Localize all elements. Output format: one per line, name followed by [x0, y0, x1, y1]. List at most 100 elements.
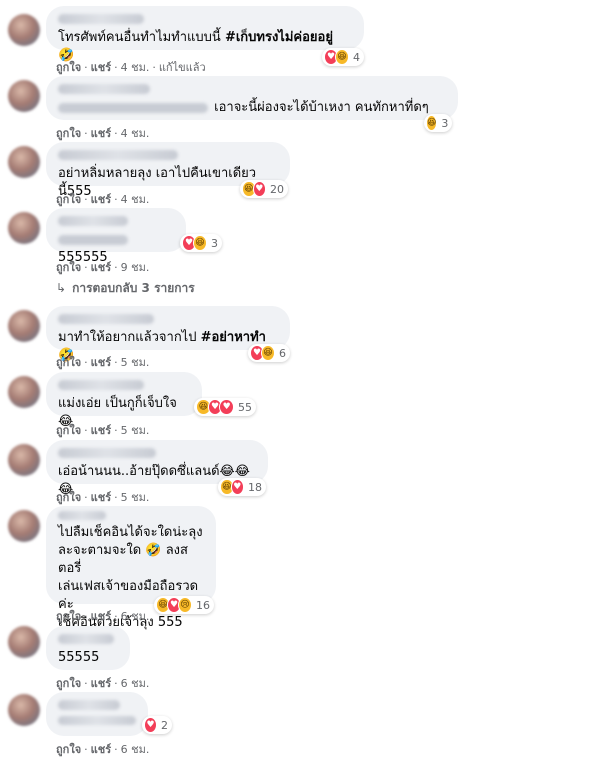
timestamp[interactable]: 4 ชม. — [121, 193, 150, 206]
author-name[interactable] — [58, 448, 156, 458]
reaction-count: 16 — [196, 598, 210, 612]
avatar[interactable] — [8, 212, 40, 244]
comment-bubble: แม่งเอ่ย เป็นกูก็เจ็บใจ 😂 — [46, 372, 202, 429]
comment-actions: ถูกใจ · แชร์ · 4 ชม. — [56, 193, 150, 206]
share-link[interactable]: แชร์ — [91, 424, 111, 437]
reaction-summary[interactable]: ♥ 😆 3 — [180, 234, 222, 252]
reaction-count: 18 — [248, 480, 262, 494]
timestamp[interactable]: 9 ชม. — [121, 261, 150, 274]
love-reaction-icon: ♥ — [144, 717, 157, 733]
author-name[interactable] — [58, 84, 150, 94]
reaction-count: 4 — [353, 50, 360, 64]
author-name[interactable] — [58, 380, 144, 390]
avatar[interactable] — [8, 444, 40, 476]
like-link[interactable]: ถูกใจ — [56, 491, 81, 504]
hashtag-link[interactable]: #อย่าหาทำ — [201, 330, 266, 345]
comment-actions: ถูกใจ · แชร์ · 6 ชม. — [56, 610, 150, 623]
avatar[interactable] — [8, 510, 40, 542]
reaction-count: 2 — [161, 718, 168, 732]
reaction-summary[interactable]: 😆 3 — [424, 114, 452, 132]
share-link[interactable]: แชร์ — [91, 677, 111, 690]
share-link[interactable]: แชร์ — [91, 61, 111, 74]
timestamp[interactable]: 5 ชม. — [121, 424, 150, 437]
reaction-summary[interactable]: ♥ 😆 6 — [248, 344, 290, 362]
comment-bubble: ไปลืมเช็คอินได้จะใดน่ะลุง ละจะตามจะใด 🤣 … — [46, 506, 216, 630]
share-link[interactable]: แชร์ — [91, 193, 111, 206]
reaction-summary[interactable]: 😆 ♥ 18 — [218, 478, 266, 496]
timestamp[interactable]: 6 ชม. — [121, 610, 150, 623]
share-link[interactable]: แชร์ — [91, 610, 111, 623]
avatar[interactable] — [8, 694, 40, 726]
comment-bubble: เอาจะนี้ผ่องจะได้บ้าเหงา คนทักหาที่ดๆ — [46, 76, 458, 120]
author-name[interactable] — [58, 14, 144, 24]
reaction-count: 3 — [211, 236, 218, 250]
share-link[interactable]: แชร์ — [91, 356, 111, 369]
author-name[interactable] — [58, 314, 154, 324]
sad-reaction-icon: 😢 — [178, 597, 192, 613]
comment-actions: ถูกใจ · แชร์ · 9 ชม. — [56, 261, 150, 274]
timestamp[interactable]: 6 ชม. — [121, 677, 150, 690]
hashtag-link[interactable]: #เก็บทรงไม่ค่อยอยู่ — [225, 30, 333, 45]
comment-bubble: 555555 — [46, 208, 186, 265]
like-link[interactable]: ถูกใจ — [56, 424, 81, 437]
comment-actions: ถูกใจ · แชร์ · 6 ชม. — [56, 677, 150, 690]
haha-reaction-icon: 😆 — [335, 49, 349, 65]
comment-actions: ถูกใจ · แชร์ · 5 ชม. — [56, 356, 150, 369]
reaction-summary[interactable]: 😆 ♥ ♥ 55 — [194, 398, 256, 416]
reply-arrow-icon: ↳ — [56, 281, 67, 295]
share-link[interactable]: แชร์ — [91, 491, 111, 504]
comment-actions: ถูกใจ · แชร์ · 5 ชม. — [56, 491, 150, 504]
timestamp[interactable]: 5 ชม. — [121, 491, 150, 504]
author-name[interactable] — [58, 700, 120, 710]
share-link[interactable]: แชร์ — [91, 261, 111, 274]
avatar[interactable] — [8, 626, 40, 658]
like-link[interactable]: ถูกใจ — [56, 193, 81, 206]
comment-text — [58, 716, 136, 725]
like-link[interactable]: ถูกใจ — [56, 127, 81, 140]
view-replies-link[interactable]: ↳ การตอบกลับ 3 รายการ — [56, 279, 195, 298]
timestamp[interactable]: 4 ชม. — [121, 61, 150, 74]
avatar[interactable] — [8, 146, 40, 178]
reaction-count: 55 — [238, 400, 253, 414]
author-name[interactable] — [58, 216, 128, 226]
comment-actions: ถูกใจ · แชร์ · 4 ชม. — [56, 127, 150, 140]
like-link[interactable]: ถูกใจ — [56, 677, 81, 690]
author-name[interactable] — [58, 511, 106, 520]
comment-bubble: โทรศัพท์คนอื่นทำไมทำแบบนี้ #เก็บทรงไม่ค่… — [46, 6, 364, 63]
reaction-summary[interactable]: ♥ 2 — [142, 716, 172, 734]
like-link[interactable]: ถูกใจ — [56, 61, 81, 74]
timestamp[interactable]: 6 ชม. — [121, 743, 150, 756]
reaction-summary[interactable]: 😆 ♥ 20 — [240, 180, 288, 198]
like-link[interactable]: ถูกใจ — [56, 743, 81, 756]
comment-bubble — [46, 692, 148, 736]
haha-reaction-icon: 😆 — [426, 115, 438, 131]
love-reaction-icon: ♥ — [252, 181, 266, 197]
reaction-count: 20 — [270, 182, 284, 196]
haha-reaction-icon: 😆 — [193, 235, 207, 251]
avatar[interactable] — [8, 376, 40, 408]
edited-label: แก้ไขแล้ว — [158, 61, 206, 74]
comment-text: 55555 — [58, 650, 100, 665]
share-link[interactable]: แชร์ — [91, 127, 111, 140]
avatar[interactable] — [8, 80, 40, 112]
reaction-count: 3 — [441, 116, 449, 130]
comment-actions: ถูกใจ · แชร์ · 6 ชม. — [56, 743, 150, 756]
haha-reaction-icon: 😆 — [261, 345, 275, 361]
timestamp[interactable]: 4 ชม. — [121, 127, 150, 140]
avatar[interactable] — [8, 14, 40, 46]
reaction-summary[interactable]: 😆 ♥ 😢 16 — [154, 596, 214, 614]
comment-text: เอาจะนี้ผ่องจะได้บ้าเหงา คนทักหาที่ดๆ — [58, 99, 446, 117]
timestamp[interactable]: 5 ชม. — [121, 356, 150, 369]
love-reaction-icon: ♥ — [230, 479, 244, 495]
avatar[interactable] — [8, 310, 40, 342]
author-name[interactable] — [58, 634, 114, 644]
reaction-count: 6 — [279, 346, 286, 360]
like-link[interactable]: ถูกใจ — [56, 356, 81, 369]
like-link[interactable]: ถูกใจ — [56, 261, 81, 274]
love-reaction-icon: ♥ — [219, 399, 235, 415]
comment-actions: ถูกใจ · แชร์ · 5 ชม. — [56, 424, 150, 437]
share-link[interactable]: แชร์ — [91, 743, 111, 756]
like-link[interactable]: ถูกใจ — [56, 610, 81, 623]
reaction-summary[interactable]: ♥ 😆 4 — [322, 48, 364, 66]
author-name[interactable] — [58, 150, 178, 160]
